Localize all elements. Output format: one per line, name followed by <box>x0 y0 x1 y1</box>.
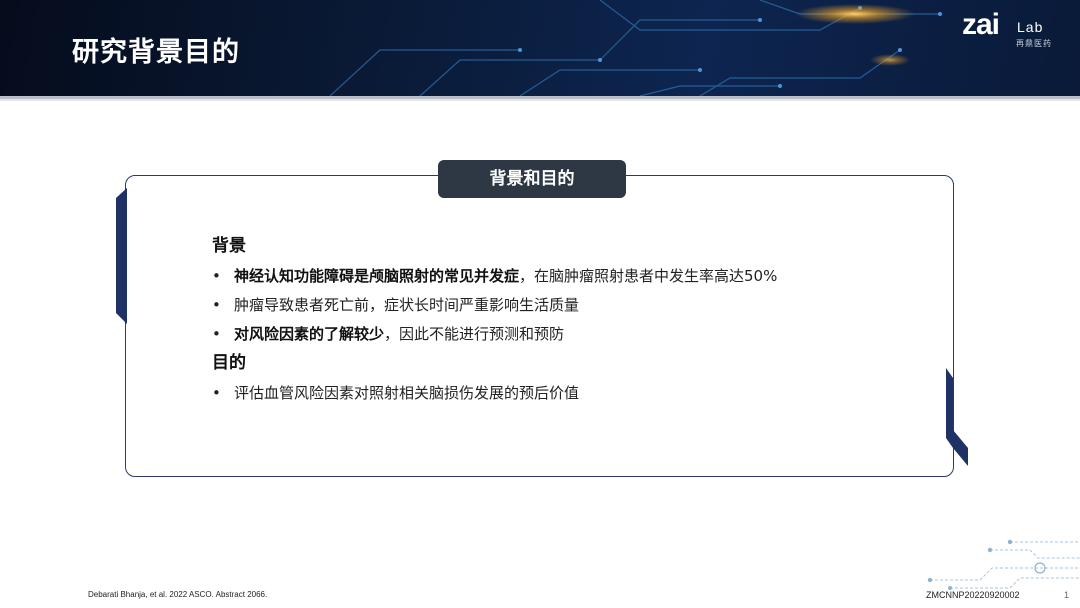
header-divider-light <box>0 99 1080 101</box>
bullet-dot: • <box>212 384 221 402</box>
bullet-dot: • <box>212 325 221 343</box>
bullet-bold-text: 神经认知功能障碍是颅脑照射的常见并发症 <box>234 267 520 285</box>
background-bullet-3: • 对风险因素的了解较少，因此不能进行预测和预防 <box>212 323 932 352</box>
footer-circuit-decoration <box>927 539 1080 590</box>
document-code: ZMCNNP20220920002 <box>926 590 1020 600</box>
bullet-text: ，在脑肿瘤照射患者中发生率高达50% <box>519 267 778 285</box>
bullet-text: 评估血管风险因素对照射相关脑损伤发展的预后价值 <box>234 384 580 402</box>
background-heading: 背景 <box>212 236 246 256</box>
page-title: 研究背景目的 <box>72 37 240 68</box>
section-pill: 背景和目的 <box>438 160 626 198</box>
logo-lab-text: Lab <box>1017 19 1044 35</box>
bullet-bold-text: 对风险因素的了解较少 <box>234 325 385 343</box>
objective-heading: 目的 <box>212 353 246 373</box>
background-bullet-1: • 神经认知功能障碍是颅脑照射的常见并发症，在脑肿瘤照射患者中发生率高达50% <box>212 265 932 294</box>
logo-main-text: zai <box>962 8 1000 41</box>
bullet-text: ，因此不能进行预测和预防 <box>384 325 565 343</box>
header-banner: 研究背景目的 zai Lab 再鼎医药 <box>0 0 1080 96</box>
citation-text: Debarati Bhanja, et al. 2022 ASCO. Abstr… <box>88 590 268 599</box>
bullet-dot: • <box>212 267 221 285</box>
background-bullet-2: • 肿瘤导致患者死亡前，症状长时间严重影响生活质量 <box>212 294 932 323</box>
card-left-accent <box>116 188 127 324</box>
page-number: 1 <box>1064 590 1070 600</box>
bullet-text: 肿瘤导致患者死亡前，症状长时间严重影响生活质量 <box>234 296 580 314</box>
zai-lab-logo: zai Lab 再鼎医药 <box>962 8 1062 48</box>
logo-chinese-text: 再鼎医药 <box>1016 39 1052 48</box>
bullet-dot: • <box>212 296 221 314</box>
card-content: 背景 • 神经认知功能障碍是颅脑照射的常见并发症，在脑肿瘤照射患者中发生率高达5… <box>212 235 932 411</box>
objective-bullet-1: • 评估血管风险因素对照射相关脑损伤发展的预后价值 <box>212 382 932 411</box>
card-right-accent <box>946 368 968 466</box>
